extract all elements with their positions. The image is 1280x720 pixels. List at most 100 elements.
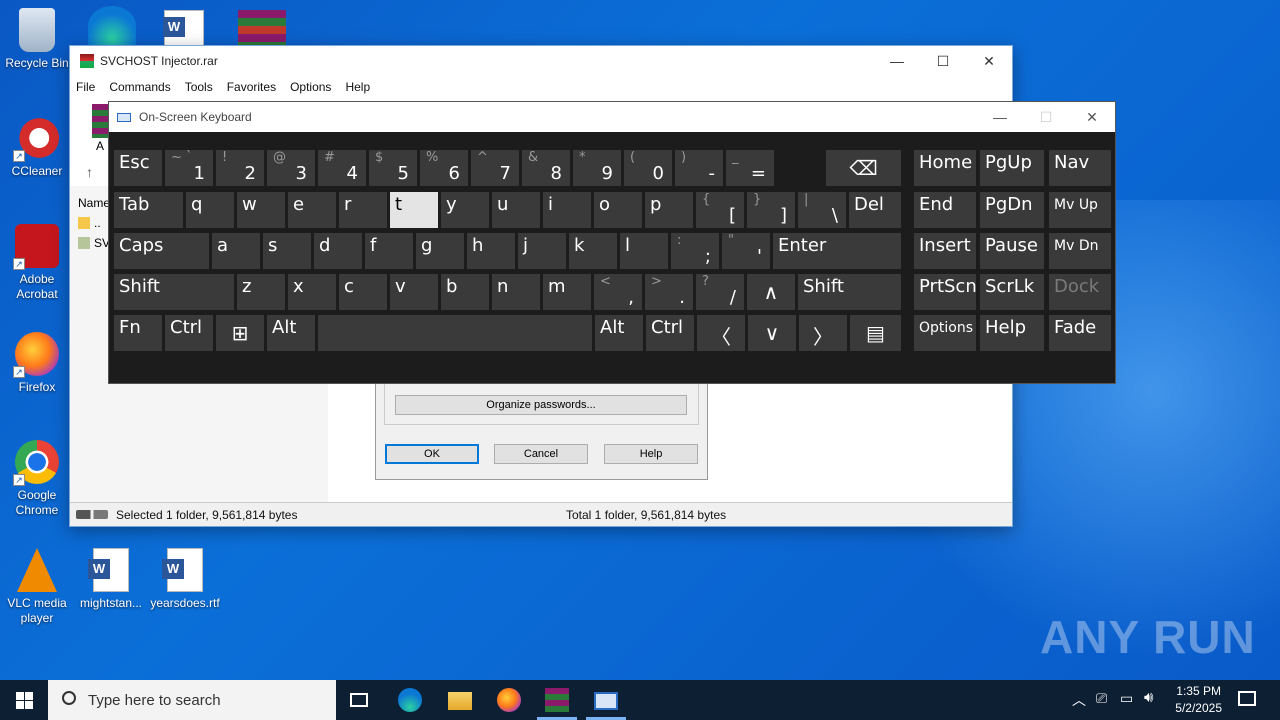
key-num-6[interactable]: % 6: [419, 149, 469, 187]
key-space[interactable]: [317, 314, 593, 352]
key-insert[interactable]: Insert: [913, 232, 977, 270]
key-c[interactable]: c: [338, 273, 388, 311]
osk-taskbar-icon[interactable]: [594, 692, 618, 710]
ok-button[interactable]: OK: [385, 444, 479, 464]
key-num-0[interactable]: (0: [623, 149, 673, 187]
key-tab[interactable]: Tab: [113, 191, 184, 229]
key-s[interactable]: s: [262, 232, 312, 270]
key-arrow-left[interactable]: 〈: [696, 314, 746, 352]
key-mv-dn[interactable]: Mv Dn: [1048, 232, 1112, 270]
key-esc[interactable]: Esc: [113, 149, 163, 187]
list-item[interactable]: ..: [78, 216, 101, 230]
desktop-icon-google-chrome[interactable]: ↗ Google Chrome: [0, 440, 74, 518]
key-o[interactable]: o: [593, 191, 643, 229]
key-quote[interactable]: " ': [721, 232, 771, 270]
key-bracket-left[interactable]: {[: [695, 191, 745, 229]
list-item[interactable]: SV: [78, 236, 110, 250]
desktop-icon-mightstan[interactable]: W mightstan...: [74, 548, 148, 611]
organize-passwords-button[interactable]: Organize passwords...: [395, 395, 687, 415]
key-nav[interactable]: Nav: [1048, 149, 1112, 187]
key-h[interactable]: h: [466, 232, 516, 270]
menu-file[interactable]: File: [76, 80, 95, 94]
key-shift-left[interactable]: Shift: [113, 273, 235, 311]
desktop-icon-word-partial[interactable]: W: [163, 10, 204, 46]
key-help[interactable]: Help: [979, 314, 1045, 352]
menu-options[interactable]: Options: [290, 80, 331, 94]
key-n[interactable]: n: [491, 273, 541, 311]
key-caps[interactable]: Caps: [113, 232, 210, 270]
key-num-8[interactable]: & 8: [521, 149, 571, 187]
up-arrow-icon[interactable]: ↑: [86, 164, 93, 180]
desktop-icon-firefox[interactable]: ↗ Firefox: [0, 332, 74, 395]
key-l[interactable]: l: [619, 232, 669, 270]
key-num-1[interactable]: ~ ` 1: [164, 149, 214, 187]
file-explorer-taskbar-icon[interactable]: [448, 692, 472, 710]
key-pgup[interactable]: PgUp: [979, 149, 1045, 187]
key-r[interactable]: r: [338, 191, 388, 229]
key-alt-left[interactable]: Alt: [266, 314, 316, 352]
key-u[interactable]: u: [491, 191, 541, 229]
key-end[interactable]: End: [913, 191, 977, 229]
desktop-icon-recycle-bin[interactable]: Recycle Bin: [0, 8, 74, 71]
volume-icon[interactable]: 🔊︎: [1144, 689, 1153, 706]
key-options[interactable]: Options: [913, 314, 977, 352]
winrar-taskbar-icon[interactable]: [545, 688, 569, 712]
key-comma[interactable]: <,: [593, 273, 643, 311]
desktop-icon-yearsdoes[interactable]: W yearsdoes.rtf: [148, 548, 222, 611]
key-enter[interactable]: Enter: [772, 232, 902, 270]
cancel-button[interactable]: Cancel: [494, 444, 588, 464]
winrar-titlebar[interactable]: SVCHOST Injector.rar — ☐ ✕: [70, 46, 1012, 76]
menu-tools[interactable]: Tools: [185, 80, 213, 94]
taskbar-search-box[interactable]: Type here to search: [48, 680, 336, 720]
key-j[interactable]: j: [517, 232, 567, 270]
key-shift-right[interactable]: Shift: [797, 273, 902, 311]
column-header-name[interactable]: Name: [78, 196, 110, 210]
minimize-button[interactable]: —: [874, 46, 920, 76]
key-menu[interactable]: ▤: [849, 314, 902, 352]
key-backslash[interactable]: | \: [797, 191, 847, 229]
close-button[interactable]: ✕: [1069, 102, 1115, 132]
key-fade[interactable]: Fade: [1048, 314, 1112, 352]
password-dialog[interactable]: Organize passwords... OK Cancel Help: [375, 380, 708, 480]
close-button[interactable]: ✕: [966, 46, 1012, 76]
key-num-2[interactable]: ! 2: [215, 149, 265, 187]
key-num-7[interactable]: ^ 7: [470, 149, 520, 187]
maximize-button[interactable]: ☐: [920, 46, 966, 76]
show-hidden-icons-chevron-icon[interactable]: ︿: [1072, 690, 1086, 710]
key-g[interactable]: g: [415, 232, 465, 270]
key-scrlk[interactable]: ScrLk: [979, 273, 1045, 311]
key-num-=[interactable]: _ =: [725, 149, 775, 187]
key-v[interactable]: v: [389, 273, 439, 311]
key-b[interactable]: b: [440, 273, 490, 311]
key-backspace[interactable]: ⌫: [825, 149, 902, 187]
key-arrow-down[interactable]: ∨: [747, 314, 797, 352]
key-del[interactable]: Del: [848, 191, 902, 229]
key-d[interactable]: d: [313, 232, 363, 270]
key-t[interactable]: t: [389, 191, 439, 229]
key-arrow-right[interactable]: 〉: [798, 314, 848, 352]
edge-taskbar-icon[interactable]: [398, 688, 422, 712]
desktop-icon-vlc[interactable]: VLC media player: [0, 548, 74, 626]
network-icon[interactable]: ⎚: [1096, 690, 1107, 707]
key-num-3[interactable]: @3: [266, 149, 316, 187]
desktop-icon-winrar-partial[interactable]: [238, 10, 286, 46]
key-num--[interactable]: ) -: [674, 149, 724, 187]
key-slash[interactable]: ? /: [695, 273, 745, 311]
notifications-icon[interactable]: [1238, 691, 1256, 706]
key-dock[interactable]: Dock: [1048, 273, 1112, 311]
key-home[interactable]: Home: [913, 149, 977, 187]
taskbar-clock[interactable]: 1:35 PM 5/2/2025: [1175, 683, 1222, 717]
key-num-5[interactable]: $5: [368, 149, 418, 187]
task-view-icon[interactable]: [350, 693, 368, 707]
key-z[interactable]: z: [236, 273, 286, 311]
key-win[interactable]: ⊞: [215, 314, 265, 352]
key-k[interactable]: k: [568, 232, 618, 270]
key-pause[interactable]: Pause: [979, 232, 1045, 270]
key-m[interactable]: m: [542, 273, 592, 311]
osk-titlebar[interactable]: On-Screen Keyboard — ☐ ✕: [109, 102, 1115, 132]
key-w[interactable]: w: [236, 191, 286, 229]
key-period[interactable]: >.: [644, 273, 694, 311]
key-num-4[interactable]: #4: [317, 149, 367, 187]
key-arrow-up[interactable]: ∧: [746, 273, 796, 311]
menu-commands[interactable]: Commands: [109, 80, 170, 94]
